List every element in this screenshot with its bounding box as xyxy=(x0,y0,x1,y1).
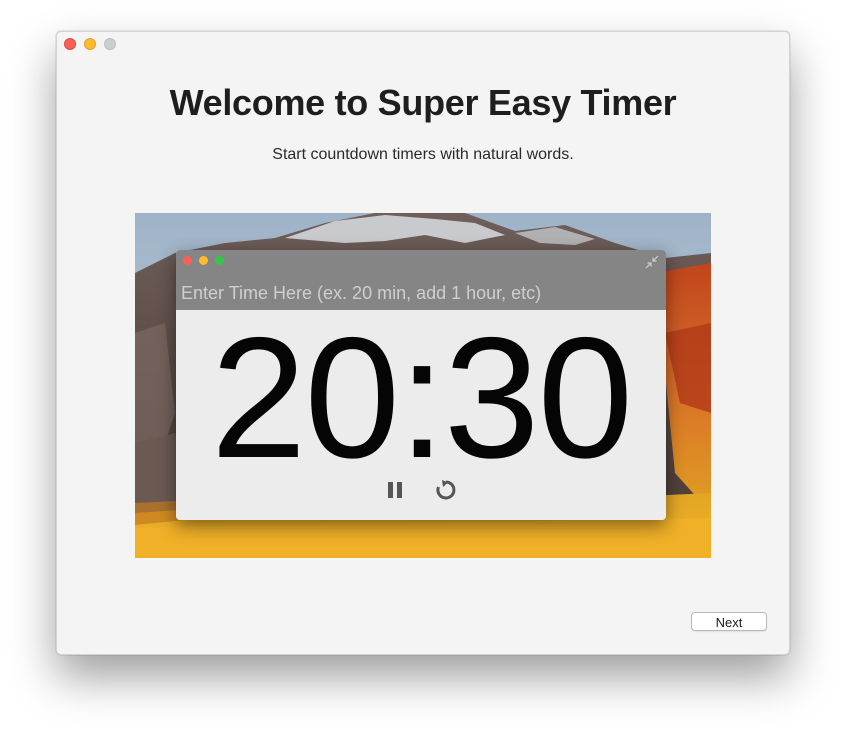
reset-icon xyxy=(436,480,456,500)
pause-icon xyxy=(388,482,402,498)
collapse-icon xyxy=(645,255,659,269)
next-button[interactable]: Next xyxy=(691,612,767,631)
welcome-subtitle: Start countdown timers with natural word… xyxy=(272,146,574,163)
timer-zoom-button xyxy=(215,256,224,265)
timer-titlebar: Enter Time Here (ex. 20 min, add 1 hour,… xyxy=(176,250,666,310)
countdown-display: 20:30 xyxy=(210,302,633,494)
timer-body: 20:30 xyxy=(176,310,666,520)
timer-app-window: Enter Time Here (ex. 20 min, add 1 hour,… xyxy=(176,250,666,520)
welcome-window: Welcome to Super Easy Timer Start countd… xyxy=(56,31,790,655)
close-button[interactable] xyxy=(64,38,76,50)
timer-minimize-button xyxy=(199,256,208,265)
welcome-title: Welcome to Super Easy Timer xyxy=(169,82,677,123)
timer-window-controls xyxy=(183,256,224,265)
app-preview-image: Enter Time Here (ex. 20 min, add 1 hour,… xyxy=(135,213,711,558)
minimize-button[interactable] xyxy=(84,38,96,50)
zoom-button[interactable] xyxy=(104,38,116,50)
time-input-placeholder: Enter Time Here (ex. 20 min, add 1 hour,… xyxy=(181,283,542,303)
window-controls xyxy=(64,38,116,50)
timer-close-button xyxy=(183,256,192,265)
